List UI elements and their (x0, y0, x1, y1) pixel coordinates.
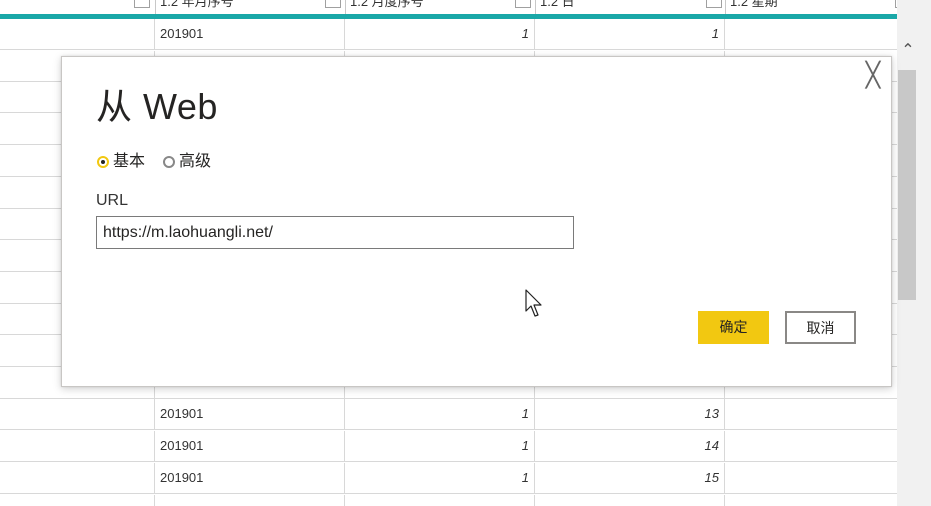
column-header-day[interactable]: 1.2 日 (540, 0, 700, 14)
cell-name (0, 19, 155, 50)
chevron-up-icon[interactable]: ⌃ (898, 36, 918, 66)
cell-year-month: 201901 (155, 463, 345, 494)
cell-month-seq: 1 (345, 19, 535, 50)
cell-year-month: 201901 (155, 19, 345, 50)
column-filter-dropdown[interactable] (134, 0, 150, 8)
cell-year-month: 201901 (155, 431, 345, 462)
radio-selected-icon (97, 156, 109, 168)
cancel-button[interactable]: 取消 (785, 311, 856, 344)
column-divider (725, 0, 726, 14)
column-header-month-seq[interactable]: 1.2 月度序号 (350, 0, 510, 14)
cell-month-seq: 1 (345, 463, 535, 494)
from-web-dialog: 从 Web ╳ 基本 高级 URL 确定 取消 (61, 56, 892, 387)
scrollbar-thumb[interactable] (898, 70, 916, 300)
column-header-ym[interactable]: 1.2 年月序号 (160, 0, 320, 14)
column-divider (155, 0, 156, 14)
cell-name (0, 431, 155, 462)
table-row[interactable]: 201901 1 15 (0, 463, 897, 494)
cell-day (535, 495, 725, 506)
radio-basic-label: 基本 (113, 153, 146, 170)
column-divider (535, 0, 536, 14)
vertical-scrollbar[interactable]: ⌃ (897, 0, 931, 506)
cell-week (725, 399, 897, 430)
cell-week (725, 463, 897, 494)
cell-month-seq (345, 495, 535, 506)
cell-week (725, 431, 897, 462)
cell-month-seq: 1 (345, 431, 535, 462)
grid-header-row: 1.2 年月序号 1.2 月度序号 1.2 日 1.2 星期 (0, 0, 897, 19)
column-header-week[interactable]: 1.2 星期 (730, 0, 870, 14)
table-row[interactable]: 201901 1 13 (0, 399, 897, 430)
cell-year-month (155, 495, 345, 506)
cell-week (725, 495, 897, 506)
mouse-pointer-icon (525, 289, 542, 317)
radio-unselected-icon (163, 156, 175, 168)
table-row[interactable]: 201901 1 14 (0, 431, 897, 462)
column-divider (345, 0, 346, 14)
radio-advanced-label: 高级 (179, 153, 212, 170)
cell-name (0, 399, 155, 430)
cell-name (0, 463, 155, 494)
url-label: URL (96, 192, 129, 209)
cell-week (725, 19, 897, 50)
cell-day: 13 (535, 399, 725, 430)
cell-day: 14 (535, 431, 725, 462)
cell-name (0, 495, 155, 506)
column-filter-dropdown[interactable] (515, 0, 531, 8)
column-filter-dropdown[interactable] (325, 0, 341, 8)
table-row[interactable] (0, 495, 897, 506)
cell-day: 1 (535, 19, 725, 50)
cell-year-month: 201901 (155, 399, 345, 430)
ok-button[interactable]: 确定 (698, 311, 769, 344)
cell-month-seq: 1 (345, 399, 535, 430)
cell-day: 15 (535, 463, 725, 494)
close-icon[interactable]: ╳ (862, 64, 884, 88)
column-filter-dropdown[interactable] (706, 0, 722, 8)
url-input[interactable] (96, 216, 574, 249)
table-row[interactable]: 201901 1 1 (0, 19, 897, 50)
dialog-title: 从 Web (96, 86, 218, 127)
